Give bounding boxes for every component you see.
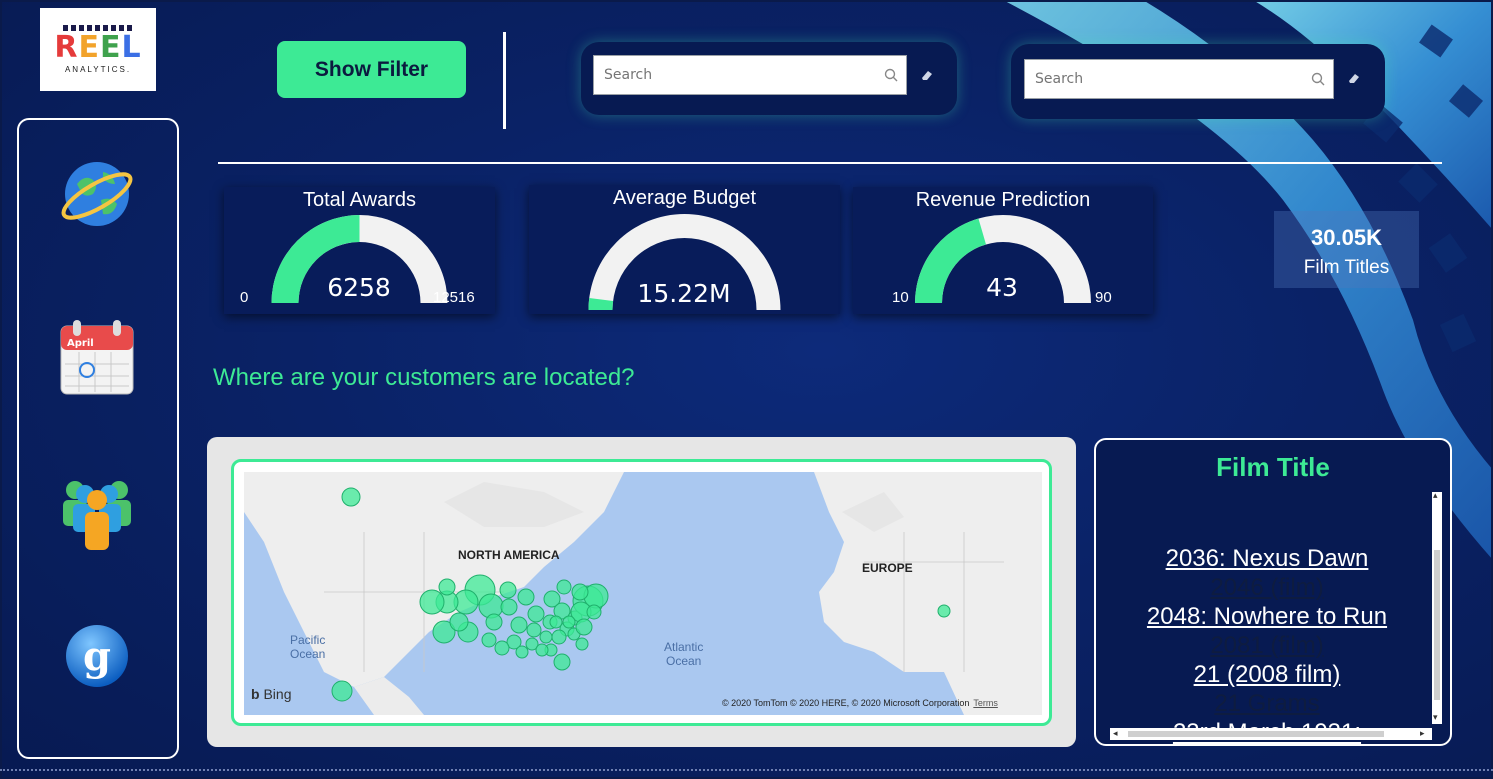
film-title-item[interactable]: 21 (2008 film) bbox=[1106, 660, 1428, 689]
scroll-up-icon[interactable]: ▴ bbox=[1433, 490, 1438, 501]
film-title-item[interactable]: 21 Grams bbox=[1106, 689, 1428, 718]
customer-location-marker[interactable] bbox=[562, 615, 576, 629]
search-input-2[interactable] bbox=[1025, 60, 1303, 98]
film-title-item[interactable]: 2081 (film) bbox=[1106, 631, 1428, 660]
sidebar-item-globe[interactable] bbox=[59, 156, 135, 232]
eraser-icon[interactable] bbox=[917, 65, 937, 85]
customer-location-marker[interactable] bbox=[341, 487, 361, 507]
customer-location-marker[interactable] bbox=[527, 605, 545, 623]
search-box-1 bbox=[593, 55, 907, 95]
customer-location-marker[interactable] bbox=[556, 579, 572, 595]
section-heading: Where are your customers are located? bbox=[213, 364, 635, 391]
gauge-revenue-prediction[interactable]: Revenue Prediction 43 10 90 bbox=[853, 187, 1153, 314]
globe-icon bbox=[61, 162, 133, 226]
kpi-label: Film Titles bbox=[1303, 257, 1390, 278]
gauge-value: 43 bbox=[986, 273, 1018, 302]
scroll-thumb[interactable] bbox=[1128, 731, 1384, 737]
customer-location-marker[interactable] bbox=[535, 643, 549, 657]
gauge-max: 12516 bbox=[433, 289, 475, 306]
customer-location-marker[interactable] bbox=[419, 589, 445, 615]
customer-location-marker[interactable] bbox=[575, 618, 593, 636]
customer-location-marker[interactable] bbox=[331, 680, 353, 702]
film-title-item[interactable]: 2046 (film) bbox=[1106, 573, 1428, 602]
reel-analytics-logo[interactable]: REEL ANALYTICS. bbox=[40, 8, 156, 91]
logo-subtitle: ANALYTICS. bbox=[64, 65, 132, 74]
bottom-border bbox=[0, 769, 1493, 771]
customer-location-marker[interactable] bbox=[553, 653, 571, 671]
bing-logo: b Bing bbox=[251, 686, 292, 702]
terms-link[interactable]: Terms bbox=[973, 698, 998, 708]
kpi-value: 30.05K bbox=[1311, 225, 1382, 250]
customer-location-marker[interactable] bbox=[449, 612, 469, 632]
customer-location-marker[interactable] bbox=[481, 632, 497, 648]
map-label-pacific-ocean: Pacific Ocean bbox=[290, 633, 326, 661]
calendar-icon: April bbox=[60, 320, 134, 395]
customer-location-marker[interactable] bbox=[485, 613, 503, 631]
header-divider bbox=[218, 162, 1442, 164]
gauge-value: 15.22M bbox=[637, 279, 731, 308]
logo-wordmark: REEL bbox=[54, 30, 142, 65]
eraser-icon[interactable] bbox=[1344, 68, 1364, 88]
customer-location-marker[interactable] bbox=[499, 581, 517, 599]
scroll-down-icon[interactable]: ▾ bbox=[1433, 712, 1438, 723]
search-icon[interactable] bbox=[1303, 72, 1333, 86]
scroll-thumb[interactable] bbox=[1434, 550, 1440, 700]
map-label-europe: EUROPE bbox=[862, 561, 913, 575]
show-filter-button[interactable]: Show Filter bbox=[277, 41, 466, 98]
customer-location-marker[interactable] bbox=[494, 640, 510, 656]
customer-map[interactable]: NORTH AMERICA EUROPE Pacific Ocean Atlant… bbox=[231, 459, 1052, 726]
map-label-atlantic-ocean: Atlantic Ocean bbox=[664, 640, 704, 668]
film-title-heading: Film Title bbox=[1216, 452, 1330, 482]
search-icon[interactable] bbox=[876, 68, 906, 82]
scroll-left-icon[interactable]: ◂ bbox=[1113, 728, 1118, 739]
sidebar-item-g[interactable]: g bbox=[59, 618, 135, 694]
gauge-min: 0 bbox=[240, 289, 249, 306]
g-glyph: g bbox=[83, 633, 111, 680]
film-title-item[interactable]: 2048: Nowhere to Run bbox=[1106, 602, 1428, 631]
map-copyright: © 2020 TomTom © 2020 HERE, © 2020 Micros… bbox=[722, 698, 998, 708]
map-canvas[interactable] bbox=[244, 472, 1042, 715]
sidebar-item-calendar[interactable]: April bbox=[59, 320, 135, 396]
sidebar-nav: April g bbox=[17, 118, 179, 759]
scroll-right-icon[interactable]: ▸ bbox=[1420, 728, 1425, 739]
gauge-total-awards[interactable]: Total Awards 6258 0 12516 bbox=[224, 187, 495, 314]
people-icon bbox=[63, 481, 131, 550]
sidebar-item-people[interactable] bbox=[59, 476, 135, 552]
gauge-min: 10 bbox=[892, 289, 909, 306]
search-box-2 bbox=[1024, 59, 1334, 99]
film-title-item[interactable]: 2036: Nexus Dawn bbox=[1106, 544, 1428, 573]
customer-location-marker[interactable] bbox=[539, 630, 553, 644]
vertical-scrollbar[interactable]: ▴ ▾ bbox=[1432, 490, 1442, 724]
kpi-card-film-titles[interactable]: 30.05K Film Titles bbox=[1274, 211, 1419, 288]
customer-location-marker[interactable] bbox=[510, 616, 528, 634]
horizontal-scrollbar[interactable]: ◂ ▸ bbox=[1110, 728, 1432, 740]
customer-location-marker[interactable] bbox=[526, 622, 542, 638]
film-title-list: 2036: Nexus Dawn 2046 (film) 2048: Nowhere… bbox=[1106, 544, 1428, 744]
customer-location-marker[interactable] bbox=[515, 645, 529, 659]
gauge-max: 90 bbox=[1095, 289, 1112, 306]
customer-location-marker[interactable] bbox=[500, 598, 518, 616]
gauge-average-budget[interactable]: Average Budget 15.22M bbox=[529, 185, 840, 314]
customer-location-marker[interactable] bbox=[438, 578, 456, 596]
gauge-value: 6258 bbox=[327, 273, 391, 302]
customer-location-marker[interactable] bbox=[551, 629, 567, 645]
customer-location-marker[interactable] bbox=[586, 604, 602, 620]
search-input-1[interactable] bbox=[594, 56, 876, 94]
customer-location-marker[interactable] bbox=[517, 588, 535, 606]
customer-location-marker[interactable] bbox=[575, 637, 589, 651]
customer-location-marker[interactable] bbox=[937, 604, 951, 618]
g-icon: g bbox=[66, 625, 128, 687]
map-label-north-america: NORTH AMERICA bbox=[458, 548, 560, 562]
calendar-month-label: April bbox=[67, 338, 94, 349]
customer-location-marker[interactable] bbox=[549, 615, 563, 629]
film-title-slicer: Film Title 2036: Nexus Dawn 2046 (film) 20… bbox=[1094, 438, 1452, 746]
toolbar-divider bbox=[503, 32, 506, 129]
customer-location-marker[interactable] bbox=[571, 583, 589, 601]
